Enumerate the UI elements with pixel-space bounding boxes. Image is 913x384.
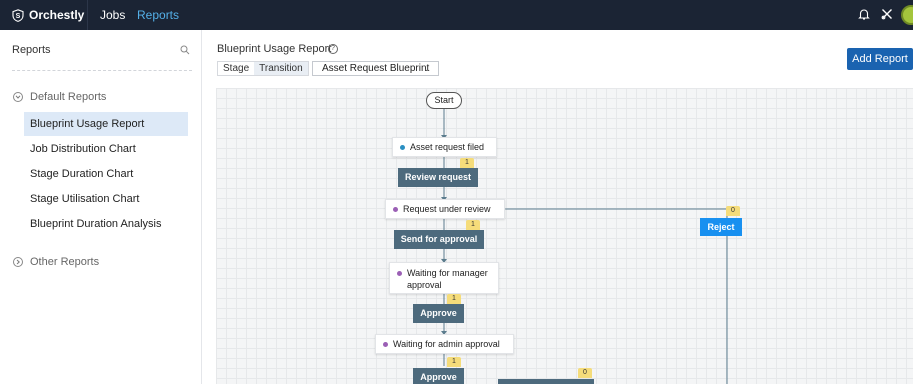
group-default-reports-label: Default Reports xyxy=(30,91,107,103)
sidebar-item-label: Blueprint Duration Analysis xyxy=(30,218,162,230)
count-badge: 1 xyxy=(466,220,480,230)
sidebar-item-blueprint-usage-report[interactable]: Blueprint Usage Report xyxy=(24,112,188,136)
sidebar-item-stage-duration-chart[interactable]: Stage Duration Chart xyxy=(24,162,188,186)
transition-reject[interactable]: Reject xyxy=(700,218,742,236)
sidebar-item-job-distribution-chart[interactable]: Job Distribution Chart xyxy=(24,137,188,161)
search-icon[interactable] xyxy=(180,45,190,55)
collapse-icon xyxy=(13,92,23,102)
sidebar: Reports Default Reports Blueprint Usage … xyxy=(0,30,202,384)
blueprint-select-value: Asset Request Blueprint xyxy=(322,63,430,74)
expand-icon xyxy=(13,257,23,267)
help-icon[interactable]: ? xyxy=(328,44,338,54)
start-node[interactable]: Start xyxy=(426,92,462,109)
top-bar: S Orchestly Jobs Reports xyxy=(0,0,913,30)
svg-text:S: S xyxy=(16,13,21,20)
shield-logo-icon: S xyxy=(12,8,24,22)
state-dot xyxy=(397,271,402,276)
state-waiting-for-manager-approval[interactable]: Waiting for manager approval xyxy=(389,262,499,294)
state-label: Asset request filed xyxy=(410,142,485,152)
group-default-reports[interactable]: Default Reports xyxy=(13,91,106,103)
bell-icon[interactable] xyxy=(857,7,871,21)
sidebar-divider xyxy=(12,70,192,71)
state-label: Waiting for admin approval xyxy=(393,339,500,349)
count-badge: 1 xyxy=(447,294,461,304)
toggle-stage[interactable]: Stage xyxy=(218,62,254,75)
state-dot xyxy=(400,145,405,150)
blueprint-select[interactable]: Asset Request Blueprint ⌄ xyxy=(312,61,439,76)
count-badge: 0 xyxy=(726,206,740,216)
state-asset-request-filed[interactable]: Asset request filed xyxy=(392,137,497,157)
state-label: Request under review xyxy=(403,204,491,214)
sidebar-item-blueprint-duration-analysis[interactable]: Blueprint Duration Analysis xyxy=(24,212,188,236)
nav-divider xyxy=(87,0,88,30)
state-waiting-for-admin-approval[interactable]: Waiting for admin approval xyxy=(375,334,514,354)
brand[interactable]: S Orchestly xyxy=(12,0,84,30)
group-other-reports[interactable]: Other Reports xyxy=(13,256,99,268)
blueprint-canvas[interactable]: Start Asset request filed 1 Review reque… xyxy=(216,88,913,384)
sidebar-item-stage-utilisation-chart[interactable]: Stage Utilisation Chart xyxy=(24,187,188,211)
transition-review-request[interactable]: Review request xyxy=(398,168,478,187)
stage-transition-toggle: Stage Transition xyxy=(217,61,309,76)
count-badge: 0 xyxy=(578,368,592,378)
brand-name: Orchestly xyxy=(29,8,85,22)
group-other-reports-label: Other Reports xyxy=(30,256,100,268)
tools-icon[interactable] xyxy=(880,7,894,21)
transition-partial[interactable] xyxy=(498,379,594,384)
page-title: Blueprint Usage Report xyxy=(217,43,332,55)
state-dot xyxy=(383,342,388,347)
state-label: Waiting for manager xyxy=(407,268,488,278)
transition-approve-admin[interactable]: Approve xyxy=(413,368,464,384)
sidebar-item-label: Stage Duration Chart xyxy=(30,168,134,180)
nav-reports[interactable]: Reports xyxy=(137,8,179,22)
sidebar-title: Reports xyxy=(12,44,51,56)
count-badge: 1 xyxy=(447,357,461,367)
state-request-under-review[interactable]: Request under review xyxy=(385,199,505,219)
transition-send-for-approval[interactable]: Send for approval xyxy=(394,230,484,249)
count-badge: 1 xyxy=(460,158,474,168)
transition-approve[interactable]: Approve xyxy=(413,304,464,323)
toggle-transition[interactable]: Transition xyxy=(254,62,308,75)
state-label: approval xyxy=(407,280,442,290)
chevron-down-icon: ⌄ xyxy=(423,64,430,73)
sidebar-item-label: Blueprint Usage Report xyxy=(30,118,145,130)
avatar[interactable] xyxy=(901,5,913,25)
add-report-button[interactable]: Add Report xyxy=(847,48,913,70)
sidebar-item-label: Stage Utilisation Chart xyxy=(30,193,140,205)
flow-connectors xyxy=(441,109,728,384)
state-dot xyxy=(393,207,398,212)
sidebar-item-label: Job Distribution Chart xyxy=(30,143,136,155)
nav-jobs[interactable]: Jobs xyxy=(100,8,125,22)
